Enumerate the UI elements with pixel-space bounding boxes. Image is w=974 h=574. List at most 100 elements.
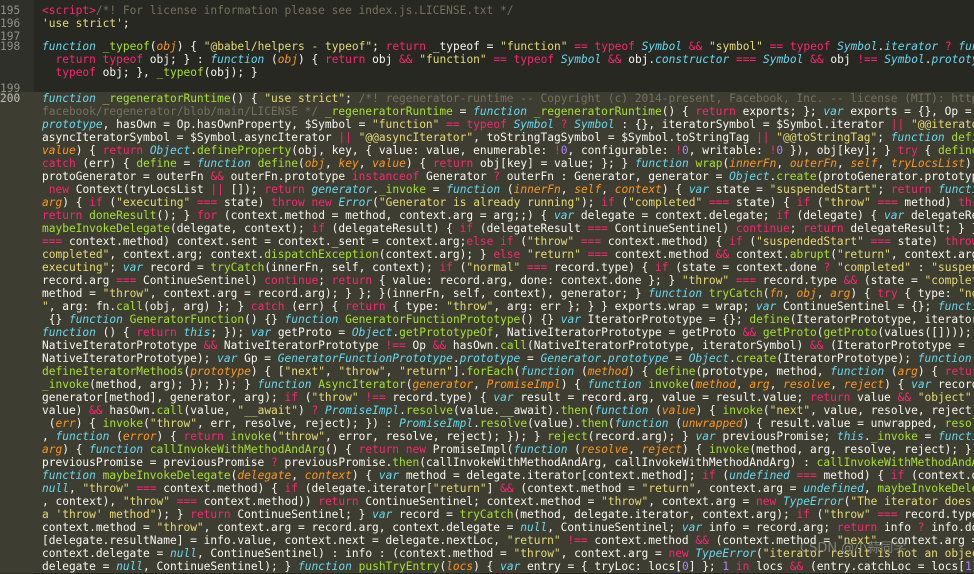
code-token: null [42,482,69,495]
code-token: "return" [641,482,696,495]
code-token: (entry.catchLoc = locs[ [803,560,965,573]
code-text: _invoke(method, arg); }); }); } function… [42,378,974,391]
code-token: if [796,508,810,521]
code-token: ( [607,417,615,430]
line-number: 198 [0,40,21,53]
code-token: var [372,508,393,521]
code-token: PromiseImpl [324,404,400,417]
code-token: function [297,560,352,573]
code-token: if [776,209,790,222]
code-text: prototype, hasOwn = Op.hasOwnProperty, $… [42,118,974,131]
code-token: abrupt [789,248,831,261]
code-token: Generator [419,170,494,183]
code-token: , ContinueSentinel; [547,521,682,534]
code-token: tryCatch [210,261,265,274]
code-token: function [890,131,945,144]
code-token: record.type) [904,508,974,521]
code-text: generator[method], generator, arg); if (… [42,391,974,404]
code-line: delegate = null, ContinueSentinel); } fu… [0,560,974,573]
code-token: GeneratorFunctionPrototype [277,352,453,365]
code-token: . [372,183,379,196]
code-line: new Context(tryLocsList || []); return g… [0,183,974,196]
code-token: typeof [513,53,555,66]
code-token: error [122,430,157,443]
code-token: outerFn [789,157,838,170]
code-token: obj [823,53,858,66]
code-token: context.method [587,534,696,547]
code-token: var [217,352,238,365]
code-line: value) { return Object.defineProperty(ob… [0,144,974,157]
current-code-block: 200 function _regeneratorRuntime() { "use… [0,92,974,573]
code-token: value [372,157,406,170]
code-token: , [291,469,305,482]
code-token: forEach [466,365,514,378]
code-token: : {}, iteratorSymbol = $Symbol.iterator [614,118,891,131]
code-token: obj; }, [95,66,157,79]
code-token: : [911,261,932,274]
code-token: value [661,404,696,417]
code-text: return typeof obj; } : function (obj) { … [42,53,974,66]
code-token: Symbol [513,118,554,131]
code-text: value) { return Object.defineProperty(ob… [42,144,974,157]
code-token: if [284,482,299,495]
code-text: value) && hasOwn.call(value, "__await") … [42,404,974,417]
code-line: , function (error) { return invoke("thro… [0,430,974,443]
code-token: reject [547,430,588,443]
code-token: ContinueSentinel) [136,274,265,287]
code-token: "throw" [277,430,325,443]
code-token: for [196,209,218,222]
code-line: _invoke(method, arg); }); }); } function… [0,378,974,391]
code-token: var [500,560,521,573]
code-token: return [803,222,844,235]
code-text: function () { return this; }); var getPr… [42,326,972,339]
code-token: record.arg [42,274,117,287]
code-token: === [42,235,63,248]
code-token: then [580,417,608,430]
code-token: []); [223,183,265,196]
code-token: Context(tryLocsList [68,183,211,196]
code-token: && [715,248,730,261]
code-token: "normal" [466,261,521,274]
code-token: typeof [55,66,96,79]
code-text: arg) { function callInvokeWithMethodAndA… [42,443,974,456]
code-line: defineIteratorMethods (prototype) { ["nex… [0,365,974,378]
code-token: var [122,261,144,274]
code-token: && [789,560,804,573]
code-token: iterator [884,40,939,53]
code-token: && [897,391,912,404]
code-token: "throw" [601,495,649,508]
code-token: || [210,183,224,196]
code-token: instanceof [351,170,420,183]
code-token: prototype [42,118,103,131]
code-line: typeof obj; }, _typeof(obj); } [0,66,974,79]
code-token: delegate [237,469,292,482]
code-token: (delegate, context); [169,222,312,235]
code-token: ) { [75,144,103,157]
code-text: protoGenerator = outerFn && outerFn.prot… [42,170,974,183]
code-token: obj. [621,53,656,66]
code-token: ; [345,92,359,105]
code-editor[interactable]: 195 <script>/*! For license information p… [0,0,974,574]
code-token: "object" [917,391,972,404]
code-token: (context.method = method, context.arg = … [217,209,554,222]
code-token: , context.arg; context. [109,248,265,261]
code-token: if [284,391,298,404]
code-token: method [587,365,629,378]
code-token: (value, [183,404,238,417]
code-token: ) { [75,417,103,430]
code-token: if [655,261,669,274]
code-token: define [749,313,790,326]
code-token: "throw" [681,274,730,287]
code-token: method = delegate.iterator[context.metho… [399,469,703,482]
code-token: this [183,326,211,339]
code-token: "return" [506,534,561,547]
code-token: outerFn.prototype [223,170,352,183]
code-token: ( [298,157,305,170]
code-token: ? [271,456,278,469]
